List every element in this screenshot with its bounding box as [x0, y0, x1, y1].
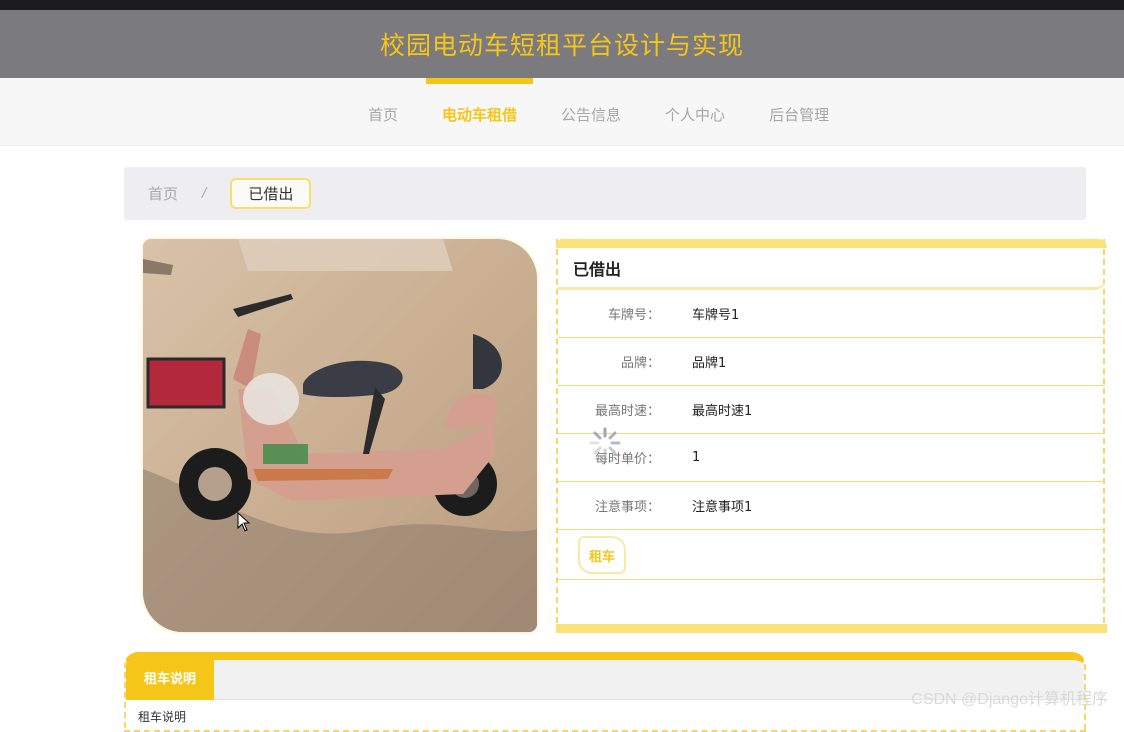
site-header: 校园电动车短租平台设计与实现 [0, 10, 1124, 78]
nav-item-scooter-rental[interactable]: 电动车租借 [420, 78, 539, 146]
site-title: 校园电动车短租平台设计与实现 [379, 31, 744, 60]
nav-item-admin[interactable]: 后台管理 [747, 78, 851, 146]
detail-row-brand: 品牌： 品牌1 [558, 338, 1105, 386]
nav-item-home[interactable]: 首页 [346, 78, 420, 146]
breadcrumb-home-link[interactable]: 首页 [148, 183, 178, 204]
nav-items: 首页 电动车租借 公告信息 个人中心 后台管理 [346, 78, 851, 146]
detail-row-hourly-price: 每时单价： 1 [558, 434, 1105, 482]
mouse-pointer-icon [237, 511, 251, 532]
csdn-watermark: CSDN @Django计算机程序 [911, 691, 1108, 708]
breadcrumb-current: 已借出 [230, 178, 312, 209]
field-value: 注意事项1 [692, 500, 753, 515]
window-top-strip [0, 0, 1124, 10]
main-nav: 首页 电动车租借 公告信息 个人中心 后台管理 [0, 78, 1124, 146]
field-value: 最高时速1 [692, 404, 753, 419]
field-label: 注意事项： [594, 500, 660, 515]
detail-actions: 租车 [558, 530, 1105, 580]
field-label: 最高时速： [594, 404, 660, 419]
rent-button[interactable]: 租车 [578, 536, 626, 574]
loading-spinner-icon [588, 426, 622, 460]
tab-rental-instructions[interactable]: 租车说明 [126, 660, 215, 700]
field-value: 车牌号1 [692, 308, 740, 323]
field-label: 品牌： [620, 356, 660, 371]
nav-item-personal-center[interactable]: 个人中心 [643, 78, 747, 146]
detail-row-max-speed: 最高时速： 最高时速1 [558, 386, 1105, 434]
field-value: 1 [692, 450, 701, 465]
detail-top-accent [556, 239, 1107, 248]
detail-bottom-accent [556, 624, 1107, 633]
scooter-photo [143, 239, 537, 632]
scooter-detail-panel: 已借出 车牌号： 车牌号1 品牌： 品牌1 最高时速： 最高时速1 每时单价： … [556, 239, 1107, 633]
field-label: 车牌号： [607, 308, 660, 323]
breadcrumb: 首页 / 已借出 [124, 167, 1086, 220]
field-value: 品牌1 [692, 356, 727, 371]
detail-row-notes: 注意事项： 注意事项1 [558, 482, 1105, 530]
detail-title: 已借出 [558, 248, 1105, 290]
detail-row-plate: 车牌号： 车牌号1 [558, 290, 1105, 338]
nav-item-announcements[interactable]: 公告信息 [539, 78, 643, 146]
breadcrumb-separator: / [202, 186, 207, 201]
